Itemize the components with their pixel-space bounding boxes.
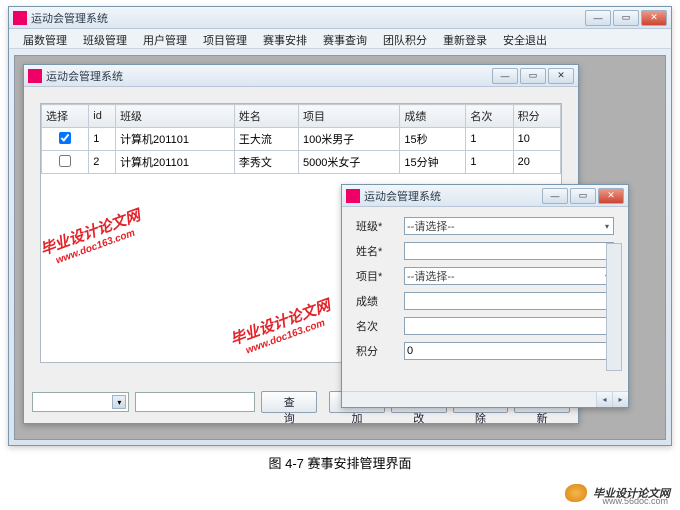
footer-url: www.56doc.com [602,496,668,506]
event-select[interactable]: --请选择--▾ [404,267,614,285]
table-row[interactable]: 2 计算机201101 李秀文 5000米女子 15分钟 1 20 [42,151,561,174]
row-checkbox[interactable] [59,155,71,167]
menu-exit[interactable]: 安全退出 [495,29,555,48]
menu-relogin[interactable]: 重新登录 [435,29,495,48]
cell-class: 计算机201101 [116,151,235,174]
col-class[interactable]: 班级 [116,105,235,128]
col-points[interactable]: 积分 [513,105,560,128]
menu-events[interactable]: 项目管理 [195,29,255,48]
label-points: 积分 [356,343,396,359]
scroll-right-icon[interactable]: ▸ [612,392,628,407]
minimize-button[interactable]: — [585,10,611,26]
close-button[interactable]: ✕ [598,188,624,204]
cell-score: 15分钟 [400,151,466,174]
cell-rank: 1 [466,128,513,151]
minimize-button[interactable]: — [542,188,568,204]
col-event[interactable]: 项目 [298,105,399,128]
scroll-left-icon[interactable]: ◂ [596,392,612,407]
app-icon [13,11,27,25]
label-class: 班级* [356,218,396,234]
score-input[interactable] [404,292,614,310]
maximize-button[interactable]: ▭ [520,68,546,84]
cell-score: 15秒 [400,128,466,151]
col-name[interactable]: 姓名 [234,105,298,128]
class-select[interactable]: --请选择--▾ [404,217,614,235]
menu-sessions[interactable]: 届数管理 [15,29,75,48]
list-window-titlebar[interactable]: 运动会管理系统 — ▭ ✕ [24,65,578,87]
menubar: 届数管理 班级管理 用户管理 项目管理 赛事安排 赛事查询 团队积分 重新登录 … [9,29,671,49]
col-select[interactable]: 选择 [42,105,89,128]
main-title: 运动会管理系统 [31,10,585,26]
close-button[interactable]: ✕ [641,10,667,26]
edit-window-titlebar[interactable]: 运动会管理系统 — ▭ ✕ [342,185,628,207]
right-panel-strip [606,243,622,371]
menu-query[interactable]: 赛事查询 [315,29,375,48]
main-window: 运动会管理系统 — ▭ ✕ 届数管理 班级管理 用户管理 项目管理 赛事安排 赛… [8,6,672,446]
horizontal-scrollbar[interactable]: ◂ ▸ [342,391,628,407]
header-row: 选择 id 班级 姓名 项目 成绩 名次 积分 [42,105,561,128]
cell-name: 王大流 [234,128,298,151]
label-score: 成绩 [356,293,396,309]
query-button[interactable]: 查询 [261,391,317,413]
col-id[interactable]: id [89,105,116,128]
table-row[interactable]: 1 计算机201101 王大流 100米男子 15秒 1 10 [42,128,561,151]
rank-input[interactable] [404,317,614,335]
chevron-down-icon: ▾ [112,395,126,409]
label-rank: 名次 [356,318,396,334]
mdi-client-area: 运动会管理系统 — ▭ ✕ 选择 id 班级 姓名 项目 [14,55,666,440]
menu-schedule[interactable]: 赛事安排 [255,29,315,48]
filter-field-combo[interactable]: ▾ [32,392,129,412]
maximize-button[interactable]: ▭ [613,10,639,26]
figure-caption: 图 4-7 赛事安排管理界面 [0,453,680,472]
name-input[interactable] [404,242,614,260]
cell-name: 李秀文 [234,151,298,174]
menu-classes[interactable]: 班级管理 [75,29,135,48]
list-window-title: 运动会管理系统 [46,68,492,84]
app-icon [346,189,360,203]
cell-event: 5000米女子 [298,151,399,174]
col-rank[interactable]: 名次 [466,105,513,128]
filter-value-input[interactable] [135,392,255,412]
cell-class: 计算机201101 [116,128,235,151]
cell-id: 2 [89,151,116,174]
col-score[interactable]: 成绩 [400,105,466,128]
app-icon [28,69,42,83]
cell-points: 20 [513,151,560,174]
menu-users[interactable]: 用户管理 [135,29,195,48]
cell-points: 10 [513,128,560,151]
close-button[interactable]: ✕ [548,68,574,84]
main-titlebar[interactable]: 运动会管理系统 — ▭ ✕ [9,7,671,29]
label-event: 项目* [356,268,396,284]
row-checkbox[interactable] [59,132,71,144]
minimize-button[interactable]: — [492,68,518,84]
maximize-button[interactable]: ▭ [570,188,596,204]
logo-icon [565,484,587,502]
menu-team-points[interactable]: 团队积分 [375,29,435,48]
cell-rank: 1 [466,151,513,174]
chevron-down-icon: ▾ [603,222,611,231]
edit-window-title: 运动会管理系统 [364,188,542,204]
cell-event: 100米男子 [298,128,399,151]
cell-id: 1 [89,128,116,151]
label-name: 姓名* [356,243,396,259]
points-input[interactable] [404,342,614,360]
edit-window: 运动会管理系统 — ▭ ✕ 班级* --请选择--▾ 姓名* 项目 [341,184,629,408]
